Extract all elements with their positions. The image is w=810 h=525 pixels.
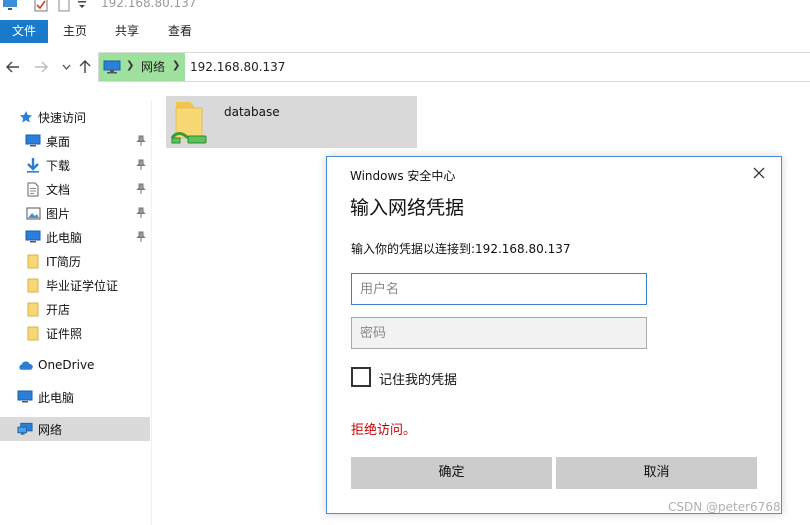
breadcrumb-host[interactable]: 192.168.80.137	[190, 53, 285, 81]
pin-icon	[136, 135, 146, 146]
pin-icon	[136, 183, 146, 194]
folder-name: database	[224, 105, 280, 119]
sidebar-item-label: OneDrive	[38, 358, 95, 372]
sidebar-item-downloads[interactable]: 下载	[0, 153, 150, 177]
sidebar-item-onedrive[interactable]: OneDrive	[0, 353, 150, 377]
folder-icon	[25, 301, 41, 317]
computer-icon	[17, 389, 33, 405]
folder-icon	[25, 277, 41, 293]
ribbon: 文件 主页 共享 查看	[0, 20, 810, 43]
network-icon	[17, 421, 33, 437]
breadcrumb-network[interactable]: 网络	[141, 53, 165, 81]
document-icon	[25, 181, 41, 197]
sidebar-item-label: 文档	[46, 182, 71, 197]
sidebar-item-label: 桌面	[46, 134, 71, 149]
back-button[interactable]	[4, 58, 22, 76]
sidebar-item-label: 毕业证学位证	[46, 278, 119, 293]
username-input[interactable]	[351, 273, 647, 305]
sidebar-item-label: 开店	[46, 302, 71, 317]
sidebar-item-label: 证件照	[46, 326, 83, 341]
address-bar[interactable]: ❯ 网络 ❯ 192.168.80.137	[98, 52, 810, 82]
pin-icon	[136, 159, 146, 170]
recent-locations-button[interactable]	[57, 58, 75, 76]
navigation-bar: ❯ 网络 ❯ 192.168.80.137	[0, 50, 810, 84]
chevron-down-icon	[62, 64, 70, 70]
watermark: CSDN @peter6768	[668, 500, 781, 514]
close-icon[interactable]	[751, 165, 767, 181]
cloud-icon	[17, 357, 33, 373]
picture-icon	[25, 205, 41, 221]
dialog-description: 输入你的凭据以连接到:192.168.80.137	[351, 242, 571, 256]
remember-credentials-label[interactable]: 记住我的凭据	[379, 369, 457, 388]
sidebar-item-pictures[interactable]: 图片	[0, 201, 150, 225]
tab-file[interactable]: 文件	[0, 20, 48, 43]
sidebar-item-quick-access[interactable]: 快速访问	[0, 105, 150, 129]
remember-credentials-checkbox[interactable]	[351, 367, 371, 387]
arrow-left-icon	[6, 61, 19, 73]
sidebar-item-label: 此电脑	[46, 230, 83, 245]
password-input[interactable]	[351, 317, 647, 349]
pin-icon	[136, 207, 146, 218]
computer-icon	[25, 229, 41, 245]
folder-item-database[interactable]: database	[166, 96, 417, 148]
sidebar-item-folder[interactable]: 证件照	[0, 321, 150, 345]
window-computer-icon	[2, 0, 18, 13]
sidebar-item-label: 网络	[38, 422, 63, 437]
tab-view[interactable]: 查看	[158, 20, 202, 43]
forward-button[interactable]	[32, 58, 50, 76]
tab-share[interactable]: 共享	[106, 20, 148, 43]
navigation-pane: 快速访问 桌面 下载 文档 图片 此电脑 IT简历 毕业证学位证 开店 证件照 …	[0, 100, 152, 525]
sidebar-item-label: 图片	[46, 206, 71, 221]
sidebar-item-label: 快速访问	[38, 110, 87, 125]
arrow-right-icon	[35, 61, 48, 73]
folder-icon	[25, 253, 41, 269]
pin-icon	[136, 231, 146, 242]
sidebar-item-folder[interactable]: 毕业证学位证	[0, 273, 150, 297]
dialog-title: Windows 安全中心	[350, 169, 456, 183]
dialog-heading: 输入网络凭据	[350, 197, 465, 219]
sidebar-item-label: 下载	[46, 158, 71, 173]
sidebar-item-label: IT简历	[46, 254, 81, 269]
properties-icon[interactable]	[34, 0, 48, 13]
shared-folder-icon	[170, 102, 207, 144]
sidebar-item-label: 此电脑	[38, 390, 75, 405]
credentials-dialog: Windows 安全中心 输入网络凭据 输入你的凭据以连接到:192.168.8…	[326, 156, 782, 514]
cancel-button[interactable]: 取消	[556, 457, 757, 489]
up-button[interactable]	[76, 58, 94, 76]
error-message: 拒绝访问。	[351, 423, 417, 438]
sidebar-item-documents[interactable]: 文档	[0, 177, 150, 201]
sidebar-item-network[interactable]: 网络	[0, 417, 150, 441]
sidebar-item-folder[interactable]: 开店	[0, 297, 150, 321]
breadcrumb-separator-icon: ❯	[126, 60, 135, 71]
star-icon	[18, 109, 34, 125]
ok-button[interactable]: 确定	[351, 457, 552, 489]
folder-icon	[25, 325, 41, 341]
desktop-icon	[25, 133, 41, 149]
download-icon	[25, 157, 41, 173]
breadcrumb-separator-icon: ❯	[172, 60, 181, 71]
arrow-up-icon	[79, 60, 91, 73]
customize-toolbar-icon[interactable]	[77, 0, 87, 13]
sidebar-item-this-pc[interactable]: 此电脑	[0, 385, 150, 409]
tab-home[interactable]: 主页	[54, 20, 96, 43]
window-title: 192.168.80.137	[101, 0, 197, 10]
new-folder-icon[interactable]	[58, 0, 70, 13]
sidebar-item-desktop[interactable]: 桌面	[0, 129, 150, 153]
sidebar-item-folder[interactable]: IT简历	[0, 249, 150, 273]
sidebar-item-this-pc-pinned[interactable]: 此电脑	[0, 225, 150, 249]
network-pc-icon	[103, 60, 121, 77]
title-bar: 192.168.80.137	[0, 0, 810, 18]
